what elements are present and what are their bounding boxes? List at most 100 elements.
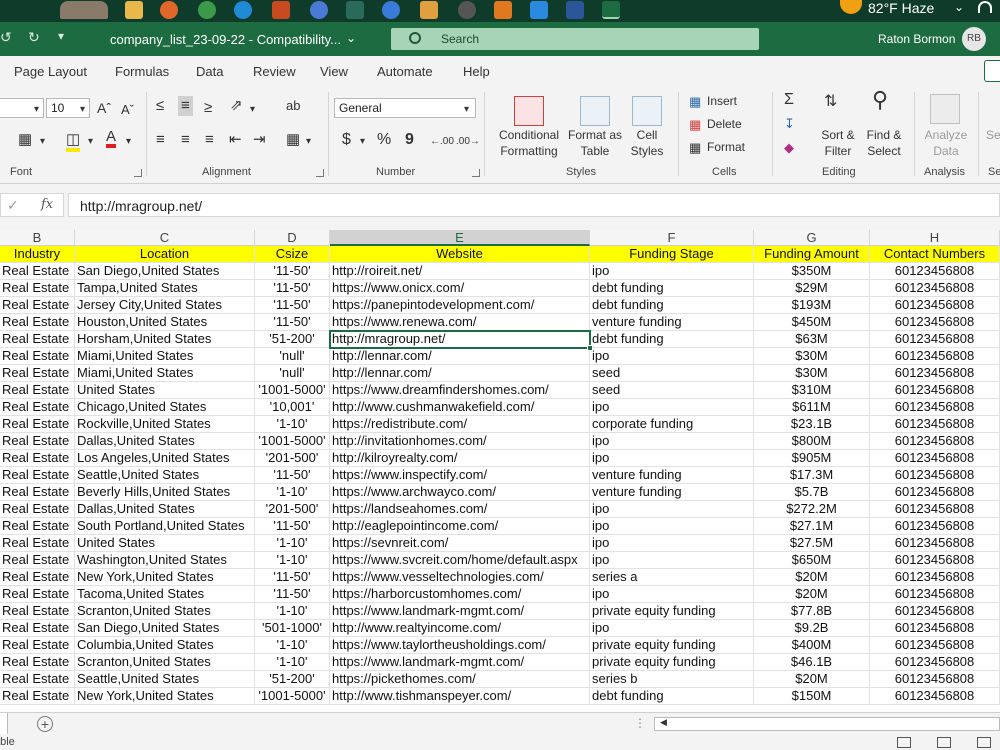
photos-icon[interactable]: [420, 1, 438, 19]
cell-contact-number[interactable]: 60123456808: [870, 399, 1000, 416]
cell-location[interactable]: Los Angeles,United States: [75, 450, 255, 467]
cell-website[interactable]: http://mragroup.net/: [330, 331, 590, 348]
comments-button[interactable]: [984, 60, 1000, 82]
cell-location[interactable]: San Diego,United States: [75, 263, 255, 280]
cell-csize[interactable]: '1-10': [255, 654, 330, 671]
delete-label[interactable]: Delete: [707, 117, 742, 131]
terminal-icon[interactable]: [346, 1, 364, 19]
format-label[interactable]: Format: [707, 140, 745, 154]
cell-funding-stage[interactable]: debt funding: [590, 297, 754, 314]
align-center-icon[interactable]: ≡: [181, 132, 190, 148]
cell-website[interactable]: https://www.taylortheusholdings.com/: [330, 637, 590, 654]
clear-icon[interactable]: ◆: [784, 140, 794, 156]
cell-csize[interactable]: '1-10': [255, 535, 330, 552]
cell-location[interactable]: United States: [75, 382, 255, 399]
cell-styles-label-1[interactable]: Cell: [622, 128, 672, 142]
header-cell-funding-stage[interactable]: Funding Stage: [590, 246, 754, 263]
cell-website[interactable]: https://www.archwayco.com/: [330, 484, 590, 501]
wifi-icon[interactable]: [978, 1, 992, 13]
increase-font-icon[interactable]: Aˆ: [97, 100, 111, 116]
cell-location[interactable]: San Diego,United States: [75, 620, 255, 637]
cell-funding-stage[interactable]: corporate funding: [590, 416, 754, 433]
cell-industry[interactable]: Real Estate: [0, 314, 75, 331]
cell-funding-amount[interactable]: $9.2B: [754, 620, 870, 637]
cell-funding-amount[interactable]: $5.7B: [754, 484, 870, 501]
cell-contact-number[interactable]: 60123456808: [870, 297, 1000, 314]
cell-funding-amount[interactable]: $905M: [754, 450, 870, 467]
cell-funding-amount[interactable]: $650M: [754, 552, 870, 569]
cell-industry[interactable]: Real Estate: [0, 416, 75, 433]
sort-filter-label-2[interactable]: Filter: [816, 144, 860, 158]
worksheet[interactable]: B C D E F G H Industry Location Csize Websi…: [0, 230, 1000, 712]
cell-industry[interactable]: Real Estate: [0, 586, 75, 603]
cell-industry[interactable]: Real Estate: [0, 348, 75, 365]
cell-location[interactable]: Chicago,United States: [75, 399, 255, 416]
column-header-h[interactable]: H: [870, 230, 1000, 246]
sync-icon[interactable]: [530, 1, 548, 19]
cell-contact-number[interactable]: 60123456808: [870, 518, 1000, 535]
cell-industry[interactable]: Real Estate: [0, 671, 75, 688]
cell-industry[interactable]: Real Estate: [0, 433, 75, 450]
page-layout-view-icon[interactable]: [937, 737, 951, 748]
cell-website[interactable]: https://pickethomes.com/: [330, 671, 590, 688]
more-options-icon[interactable]: ⋮: [634, 716, 646, 730]
cell-csize[interactable]: '1001-5000': [255, 382, 330, 399]
cell-funding-stage[interactable]: debt funding: [590, 688, 754, 705]
insert-cells-icon[interactable]: ▦: [689, 94, 701, 110]
cell-website[interactable]: https://redistribute.com/: [330, 416, 590, 433]
cell-location[interactable]: New York,United States: [75, 569, 255, 586]
customize-toolbar-icon[interactable]: ▾: [58, 29, 64, 43]
borders-icon[interactable]: ▦: [18, 132, 32, 148]
app-icon[interactable]: [272, 1, 290, 19]
font-launcher-icon[interactable]: [134, 169, 142, 177]
column-header-b[interactable]: B: [0, 230, 75, 246]
user-name[interactable]: Raton Bormon: [878, 32, 955, 46]
cell-funding-stage[interactable]: ipo: [590, 399, 754, 416]
cell-csize[interactable]: '501-1000': [255, 620, 330, 637]
cell-funding-amount[interactable]: $30M: [754, 365, 870, 382]
firefox-icon[interactable]: [160, 1, 178, 19]
column-header-f[interactable]: F: [590, 230, 754, 246]
cell-funding-stage[interactable]: ipo: [590, 450, 754, 467]
cell-funding-amount[interactable]: $272.2M: [754, 501, 870, 518]
percent-icon[interactable]: %: [377, 132, 391, 148]
cell-industry[interactable]: Real Estate: [0, 688, 75, 705]
font-name-chevron-icon[interactable]: ▾: [34, 102, 39, 118]
cell-location[interactable]: Miami,United States: [75, 348, 255, 365]
cell-location[interactable]: Scranton,United States: [75, 654, 255, 671]
cell-funding-amount[interactable]: $20M: [754, 671, 870, 688]
cell-csize[interactable]: '11-50': [255, 518, 330, 535]
cell-funding-amount[interactable]: $20M: [754, 586, 870, 603]
decrease-decimal-icon[interactable]: .00→: [456, 134, 480, 150]
cell-website[interactable]: http://kilroyrealty.com/: [330, 450, 590, 467]
cell-location[interactable]: Tacoma,United States: [75, 586, 255, 603]
cell-funding-amount[interactable]: $63M: [754, 331, 870, 348]
cell-contact-number[interactable]: 60123456808: [870, 552, 1000, 569]
avatar[interactable]: RB: [962, 27, 986, 51]
cell-funding-amount[interactable]: $20M: [754, 569, 870, 586]
cell-website[interactable]: https://harborcustomhomes.com/: [330, 586, 590, 603]
increase-indent-icon[interactable]: ⇥: [253, 132, 266, 148]
fill-color-chevron-icon[interactable]: ▾: [88, 134, 93, 150]
cell-csize[interactable]: '1-10': [255, 552, 330, 569]
cell-industry[interactable]: Real Estate: [0, 484, 75, 501]
cell-contact-number[interactable]: 60123456808: [870, 467, 1000, 484]
cell-industry[interactable]: Real Estate: [0, 501, 75, 518]
align-right-icon[interactable]: ≡: [205, 132, 214, 148]
cell-location[interactable]: Scranton,United States: [75, 603, 255, 620]
cell-contact-number[interactable]: 60123456808: [870, 450, 1000, 467]
cell-contact-number[interactable]: 60123456808: [870, 688, 1000, 705]
browser-icon[interactable]: [310, 1, 328, 19]
title-chevron-icon[interactable]: ⌄: [346, 31, 356, 45]
cell-location[interactable]: Seattle,United States: [75, 467, 255, 484]
cell-industry[interactable]: Real Estate: [0, 280, 75, 297]
enter-icon[interactable]: ✓: [7, 197, 19, 214]
number-format-select[interactable]: General: [334, 98, 476, 118]
cell-industry[interactable]: Real Estate: [0, 263, 75, 280]
sort-filter-icon[interactable]: ⇅: [824, 94, 837, 110]
sheet-tab[interactable]: [0, 713, 8, 735]
tab-data[interactable]: Data: [196, 64, 223, 79]
cell-funding-stage[interactable]: debt funding: [590, 331, 754, 348]
cell-funding-stage[interactable]: seed: [590, 365, 754, 382]
cell-funding-stage[interactable]: private equity funding: [590, 654, 754, 671]
